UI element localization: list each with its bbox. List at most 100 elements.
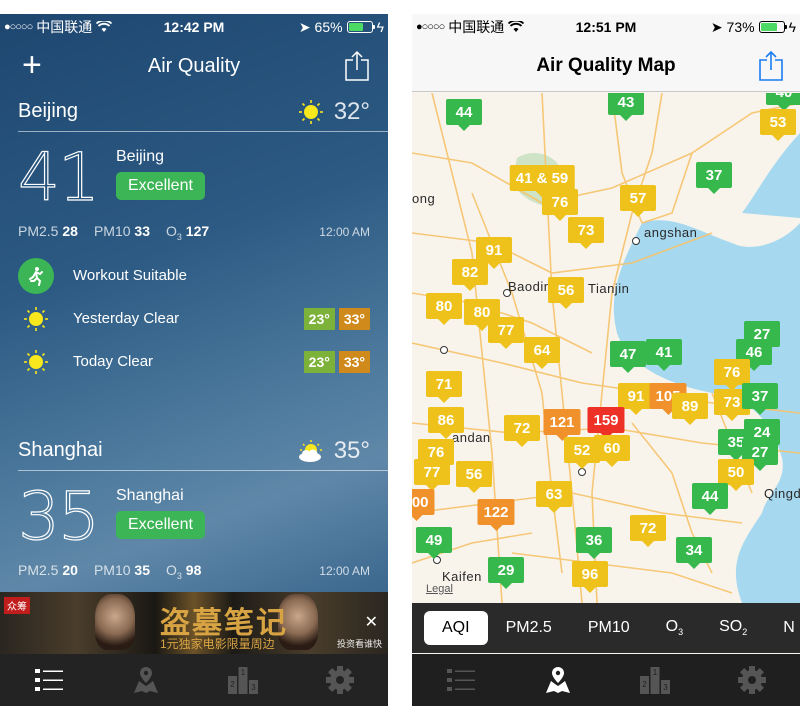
ad-banner[interactable]: 众筹 盗墓笔记 1元独家电影限量周边 ✕ 投资看谁快 <box>0 592 388 654</box>
city-card-shanghai[interactable]: Shanghai 35° 35 Shanghai Excellent PM2.5… <box>0 431 388 585</box>
aqi-marker[interactable]: 49 <box>416 527 452 559</box>
segment-o3[interactable]: O3 <box>648 610 701 645</box>
aqi-marker[interactable]: 121 <box>543 409 581 441</box>
pm10-label: PM10 <box>93 562 131 578</box>
aqi-marker[interactable]: 76 <box>542 189 578 221</box>
weather-label: Today Clear <box>73 353 154 370</box>
tab-ranking[interactable]: 213 <box>218 660 268 700</box>
aqi-marker[interactable]: 43 <box>608 93 644 121</box>
sun-icon <box>24 349 48 374</box>
map-city-label: ong <box>412 191 436 206</box>
aqi-marker[interactable]: 76 <box>714 359 750 391</box>
aqi-marker[interactable]: 37 <box>696 162 732 194</box>
share-icon <box>345 50 369 81</box>
aqi-marker[interactable]: 77 <box>488 317 524 349</box>
city-marker-dot <box>440 346 448 354</box>
pm25-label: PM2.5 <box>18 562 59 578</box>
aqi-marker[interactable]: 96 <box>572 561 608 593</box>
ad-subtitle: 1元独家电影限量周边 <box>160 637 275 651</box>
ad-logo: 众筹 <box>4 597 30 614</box>
aqi-marker[interactable]: 100 <box>412 489 435 521</box>
share-button[interactable] <box>344 50 370 87</box>
tab-list[interactable] <box>24 660 74 700</box>
ad-image <box>95 594 135 650</box>
o3-value: 98 <box>185 562 202 578</box>
aqi-marker[interactable]: 40 <box>766 93 800 111</box>
tab-map[interactable] <box>533 660 583 700</box>
add-city-button[interactable]: + <box>22 48 42 82</box>
partly-cloudy-icon <box>298 439 322 462</box>
aqi-marker[interactable]: 36 <box>576 527 612 559</box>
ad-close-button[interactable]: ✕ <box>365 612 378 632</box>
tab-ranking[interactable]: 213 <box>630 660 680 700</box>
status-bar: ●○○○○ 中国联通 12:51 PM ➤ 73% ϟ <box>412 14 800 40</box>
tab-list[interactable] <box>436 660 486 700</box>
aqi-marker[interactable]: 159 <box>587 407 625 439</box>
weather-row-yesterday: Yesterday Clear 23° 33° <box>0 297 388 340</box>
o3-label: O <box>165 562 177 578</box>
segment-pm25[interactable]: PM2.5 <box>488 611 570 645</box>
aqi-marker[interactable]: 72 <box>630 515 666 547</box>
aqi-marker[interactable]: 37 <box>742 383 778 415</box>
legal-link[interactable]: Legal <box>426 583 453 595</box>
segment-aqi[interactable]: AQI <box>424 611 488 645</box>
segment-so2[interactable]: SO2 <box>701 610 765 645</box>
aqi-marker[interactable]: 89 <box>672 393 708 425</box>
weather-row-today: Today Clear 23° 33° <box>0 340 388 383</box>
aqi-marker[interactable]: 72 <box>504 415 540 447</box>
pollutant-readings: PM2.5 20 PM10 35 O3 98 12:00 AM <box>0 555 388 585</box>
city-temperature: 35° <box>333 436 370 464</box>
aqi-marker[interactable]: 86 <box>428 407 464 439</box>
high-temp: 33° <box>338 350 370 373</box>
aqi-marker[interactable]: 64 <box>524 337 560 369</box>
map-view[interactable]: ong ng angshan Baoding Tianjin andan Qin… <box>412 93 800 603</box>
segment-subscript: 3 <box>678 627 684 638</box>
share-button[interactable] <box>758 50 784 87</box>
aqi-marker[interactable]: 122 <box>477 499 515 531</box>
city-card-beijing[interactable]: Beijing 32° 41 Beijing Excellent PM2.5 2… <box>0 92 388 383</box>
aqi-marker[interactable]: 82 <box>452 259 488 291</box>
segment-pm10[interactable]: PM10 <box>570 611 648 645</box>
aqi-marker[interactable]: 44 <box>692 483 728 515</box>
battery-icon <box>758 21 787 33</box>
aqi-marker[interactable]: 80 <box>426 293 462 325</box>
share-icon <box>759 50 783 81</box>
wifi-icon <box>508 21 525 32</box>
tab-map[interactable] <box>121 660 171 700</box>
segment-n[interactable]: N <box>765 611 800 645</box>
battery-percent: 73% <box>726 19 755 35</box>
aqi-marker[interactable]: 56 <box>548 277 584 309</box>
workout-row: Workout Suitable <box>0 254 388 297</box>
page-title: Air Quality <box>147 54 241 77</box>
svg-text:1: 1 <box>652 668 657 677</box>
aqi-marker[interactable]: 41 & 59 <box>509 165 575 197</box>
map-icon <box>545 667 570 693</box>
battery-icon <box>346 21 375 33</box>
o3-value: 127 <box>185 223 210 239</box>
battery-percent: 65% <box>314 19 343 35</box>
aqi-marker[interactable]: 44 <box>446 99 482 131</box>
aqi-marker[interactable]: 57 <box>620 185 656 217</box>
charging-icon: ϟ <box>788 19 796 35</box>
settings-icon <box>325 666 354 694</box>
aqi-marker[interactable]: 77 <box>414 459 450 491</box>
location-arrow-icon: ➤ <box>710 18 723 35</box>
aqi-level-badge: Excellent <box>116 511 205 539</box>
aqi-marker[interactable]: 56 <box>456 461 492 493</box>
aqi-marker[interactable]: 71 <box>426 371 462 403</box>
aqi-marker[interactable]: 41 <box>646 339 682 371</box>
aqi-marker[interactable]: 50 <box>718 459 754 491</box>
aqi-marker[interactable]: 73 <box>568 217 604 249</box>
tab-settings[interactable] <box>727 660 777 700</box>
aqi-marker[interactable]: 47 <box>610 341 646 373</box>
aqi-marker[interactable]: 53 <box>760 109 796 141</box>
air-quality-list-screen: ●○○○○ 中国联通 12:42 PM ➤ 65% ϟ + Air Qualit… <box>0 14 388 706</box>
aqi-marker[interactable]: 34 <box>676 537 712 569</box>
aqi-marker[interactable]: 29 <box>488 557 524 589</box>
aqi-value: 35 <box>17 478 100 555</box>
aqi-marker[interactable]: 63 <box>536 481 572 513</box>
signal-icon: ●○○○○ <box>416 21 445 33</box>
map-icon <box>133 667 158 693</box>
aqi-marker[interactable]: 60 <box>594 435 630 467</box>
tab-settings[interactable] <box>315 660 365 700</box>
